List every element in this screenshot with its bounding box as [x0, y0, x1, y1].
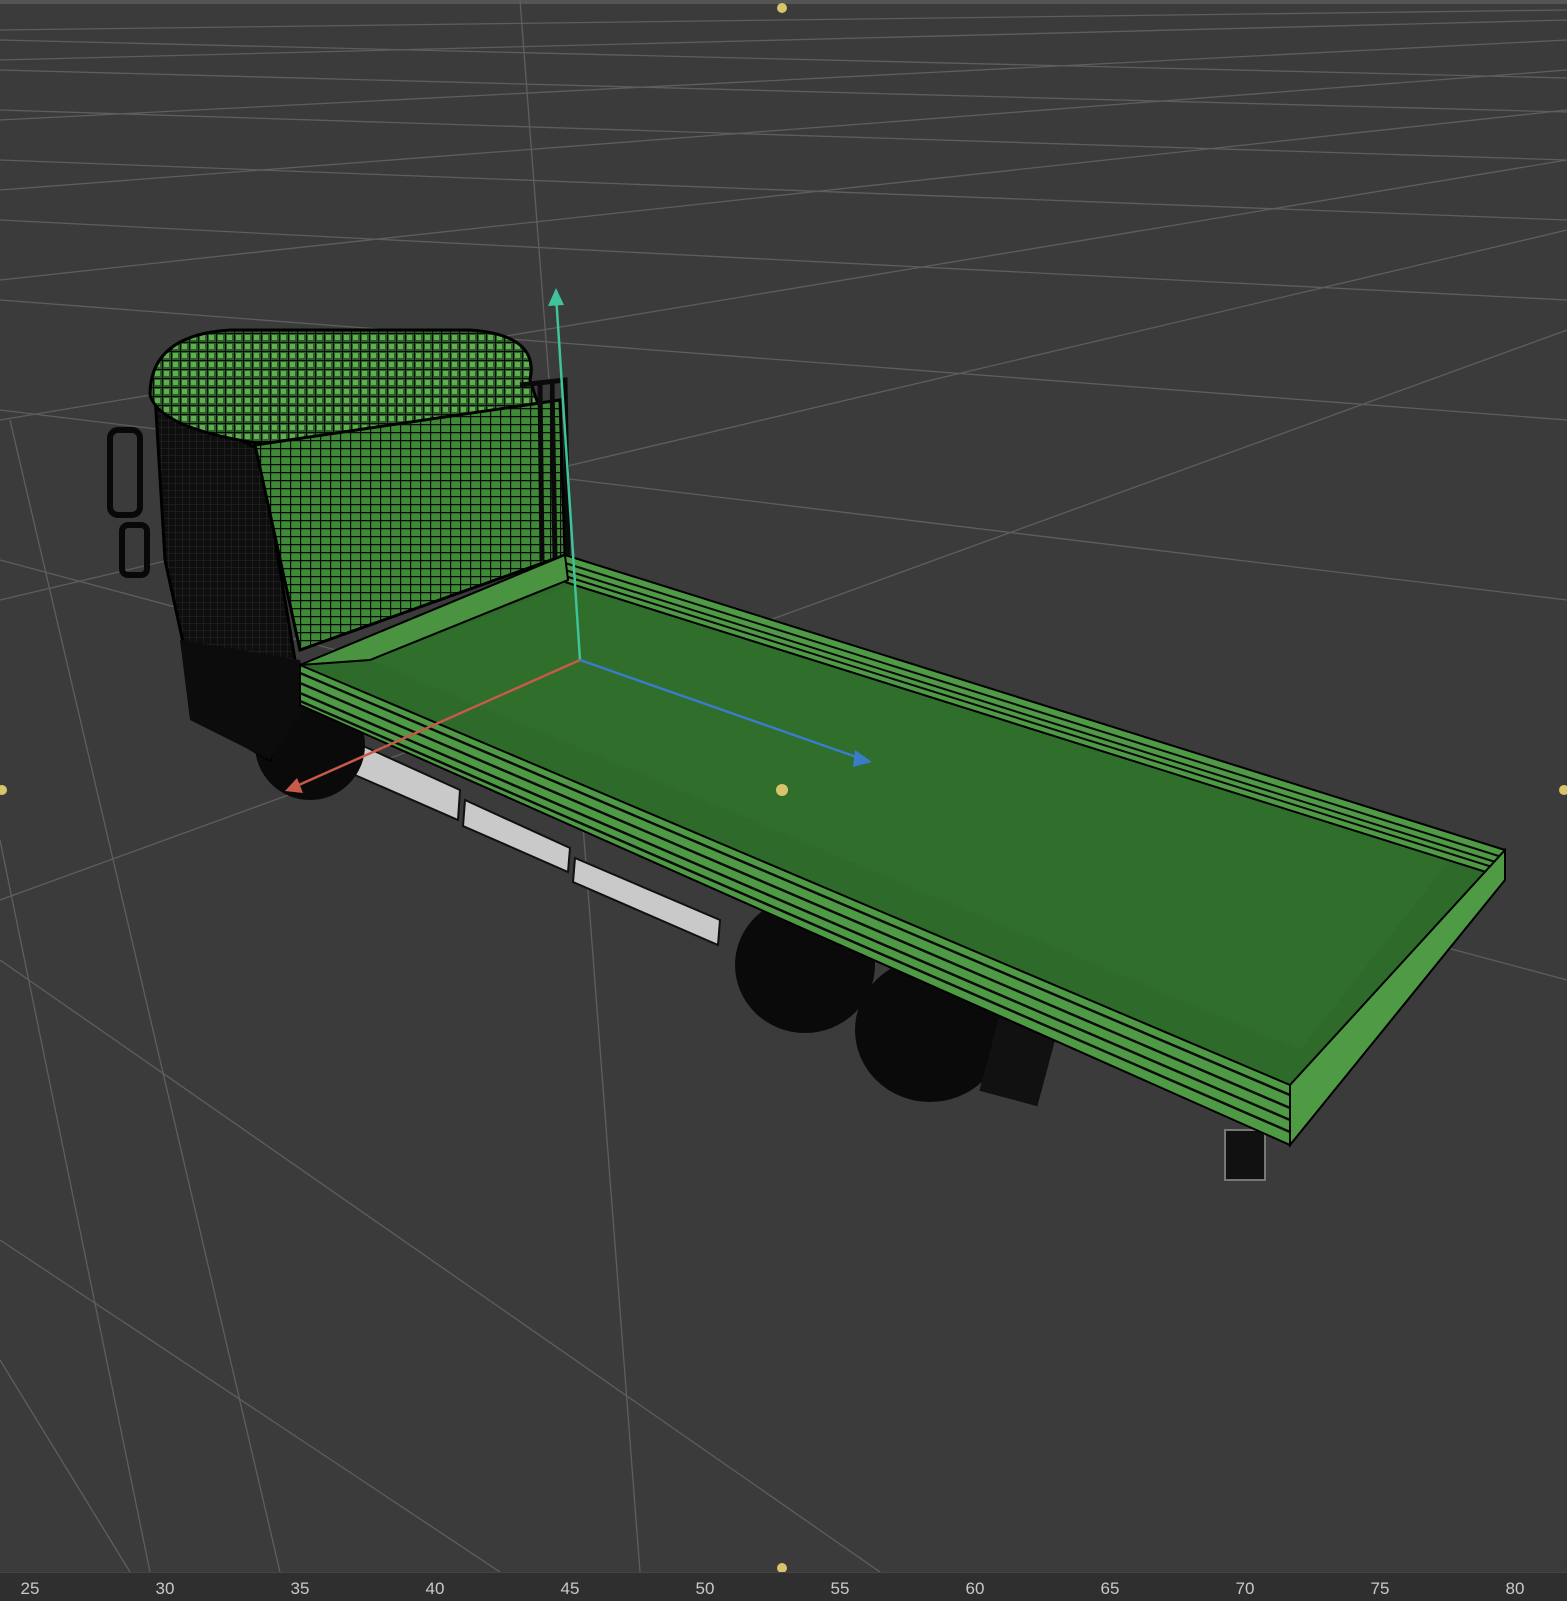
tick-label: 35: [290, 1579, 310, 1598]
tick-label: 80: [1505, 1579, 1525, 1598]
tick-label: 65: [1100, 1579, 1120, 1598]
tick-label: 30: [155, 1579, 175, 1598]
truck-model[interactable]: [107, 328, 1506, 1181]
timeline-ruler[interactable]: 25 30 35 40 45 50 55 60 65 70 75 80: [0, 1572, 1567, 1601]
tick-label: 40: [425, 1579, 445, 1598]
center-handle[interactable]: [776, 784, 788, 796]
viewport-handles[interactable]: [0, 3, 1567, 1572]
right-handle[interactable]: [1559, 785, 1567, 795]
tick-label: 70: [1235, 1579, 1255, 1598]
bottom-handle[interactable]: [777, 1563, 787, 1572]
tick-label: 55: [830, 1579, 850, 1598]
top-handle[interactable]: [777, 3, 787, 13]
rear-hitch: [1224, 1129, 1266, 1181]
viewport-scene[interactable]: [0, 0, 1567, 1572]
tick-label: 60: [965, 1579, 985, 1598]
gizmo-y-arrow[interactable]: [548, 288, 564, 306]
tick-label: 25: [20, 1579, 40, 1598]
tick-label: 45: [560, 1579, 580, 1598]
3d-viewport[interactable]: [0, 0, 1567, 1600]
tick-label: 50: [695, 1579, 715, 1598]
left-handle[interactable]: [0, 785, 7, 795]
side-mirrors: [107, 427, 150, 578]
tick-label: 75: [1370, 1579, 1390, 1598]
